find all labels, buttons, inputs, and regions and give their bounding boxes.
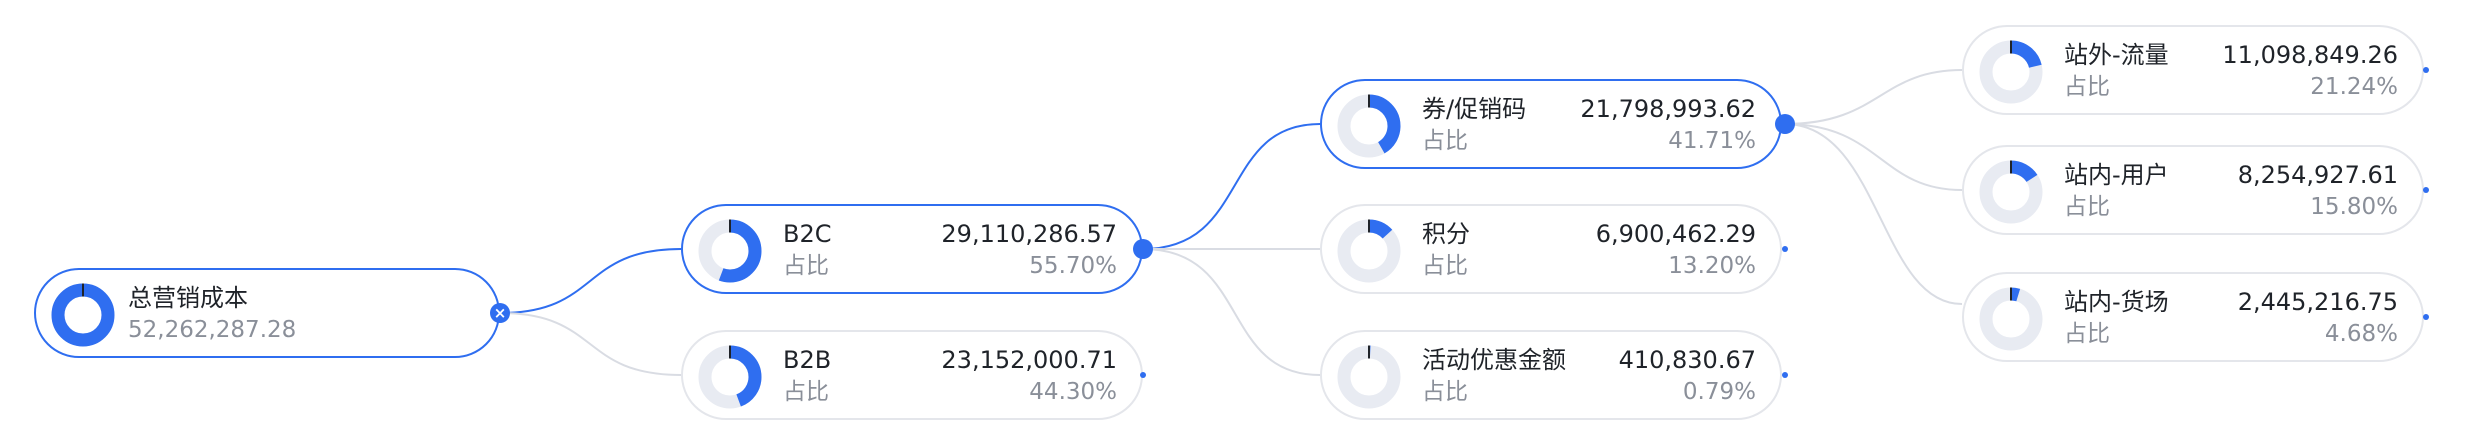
internal-user-sub-label: 占比 xyxy=(2064,194,2110,220)
coupon-value: 21,798,993.62 xyxy=(1580,95,1756,123)
external-traffic-sub-label: 占比 xyxy=(2064,74,2110,100)
coupon-sub-label: 占比 xyxy=(1422,128,1468,154)
internal-venue-label: 站内-货场 xyxy=(2064,288,2169,316)
external-traffic-donut xyxy=(1979,40,2043,104)
link-coupon-user xyxy=(1784,123,1963,191)
node-internal-user[interactable]: 站内-用户 8,254,927.61 占比 15.80% xyxy=(1962,145,2424,235)
b2c-sub-label: 占比 xyxy=(783,253,829,279)
node-b2b[interactable]: B2B 23,152,000.71 占比 44.30% xyxy=(681,330,1143,420)
activity-label: 活动优惠金额 xyxy=(1422,346,1566,374)
link-b2c-activity xyxy=(1142,248,1321,376)
b2c-donut xyxy=(698,219,762,283)
expand-dot-activity[interactable] xyxy=(1782,372,1788,378)
activity-percent: 0.79% xyxy=(1682,379,1756,405)
coupon-label: 券/促销码 xyxy=(1422,95,1527,123)
points-label: 积分 xyxy=(1422,220,1470,248)
b2b-label: B2B xyxy=(783,346,832,374)
donut-track xyxy=(1979,287,2043,351)
b2c-percent: 55.70% xyxy=(1029,253,1117,279)
internal-venue-percent: 4.68% xyxy=(2324,321,2398,347)
root-value: 52,262,287.28 xyxy=(128,317,297,343)
link-coupon-venue xyxy=(1784,123,1963,305)
b2b-value: 23,152,000.71 xyxy=(941,346,1117,374)
activity-value: 410,830.67 xyxy=(1618,346,1756,374)
internal-user-percent: 15.80% xyxy=(2310,194,2398,220)
external-traffic-percent: 21.24% xyxy=(2310,74,2398,100)
donut-share-arc xyxy=(51,283,115,347)
link-root-b2c xyxy=(499,248,682,314)
node-root[interactable]: 总营销成本 52,262,287.28 xyxy=(34,268,500,358)
points-value: 6,900,462.29 xyxy=(1595,220,1756,248)
link-coupon-external xyxy=(1784,69,1963,125)
activity-sub-label: 占比 xyxy=(1422,379,1468,405)
node-b2c[interactable]: B2C 29,110,286.57 占比 55.70% xyxy=(681,204,1143,294)
internal-user-value: 8,254,927.61 xyxy=(2237,161,2398,189)
node-external-traffic[interactable]: 站外-流量 11,098,849.26 占比 21.24% xyxy=(1962,25,2424,115)
link-b2c-coupon xyxy=(1142,123,1321,250)
coupon-donut xyxy=(1337,94,1401,158)
root-label: 总营销成本 xyxy=(128,284,248,312)
internal-user-donut xyxy=(1979,160,2043,224)
b2b-percent: 44.30% xyxy=(1029,379,1117,405)
internal-user-label: 站内-用户 xyxy=(2064,161,2169,189)
expand-dot-internal-venue[interactable] xyxy=(2423,314,2429,320)
points-sub-label: 占比 xyxy=(1422,253,1468,279)
internal-venue-value: 2,445,216.75 xyxy=(2237,288,2398,316)
expand-dot-external-traffic[interactable] xyxy=(2423,67,2429,73)
node-activity-discount[interactable]: 活动优惠金额 410,830.67 占比 0.79% xyxy=(1320,330,1782,420)
b2c-label: B2C xyxy=(783,220,832,248)
coupon-percent: 41.71% xyxy=(1668,128,1756,154)
node-points[interactable]: 积分 6,900,462.29 占比 13.20% xyxy=(1320,204,1782,294)
expand-dot-b2c[interactable] xyxy=(1133,239,1153,259)
root-donut xyxy=(51,283,115,347)
donut-track xyxy=(1337,345,1401,409)
external-traffic-label: 站外-流量 xyxy=(2064,41,2169,69)
activity-donut xyxy=(1337,345,1401,409)
close-icon[interactable]: × xyxy=(490,303,510,323)
b2b-sub-label: 占比 xyxy=(783,379,829,405)
points-percent: 13.20% xyxy=(1668,253,1756,279)
node-internal-venue[interactable]: 站内-货场 2,445,216.75 占比 4.68% xyxy=(1962,272,2424,362)
b2b-donut xyxy=(698,345,762,409)
expand-dot-b2b[interactable] xyxy=(1140,372,1146,378)
external-traffic-value: 11,098,849.26 xyxy=(2222,41,2398,69)
expand-dot-coupon[interactable] xyxy=(1775,114,1795,134)
node-coupon[interactable]: 券/促销码 21,798,993.62 占比 41.71% xyxy=(1320,79,1782,169)
points-donut xyxy=(1337,219,1401,283)
internal-venue-donut xyxy=(1979,287,2043,351)
expand-dot-points[interactable] xyxy=(1782,246,1788,252)
expand-dot-internal-user[interactable] xyxy=(2423,187,2429,193)
link-root-b2b xyxy=(499,312,682,376)
internal-venue-sub-label: 占比 xyxy=(2064,321,2110,347)
b2c-value: 29,110,286.57 xyxy=(941,220,1117,248)
